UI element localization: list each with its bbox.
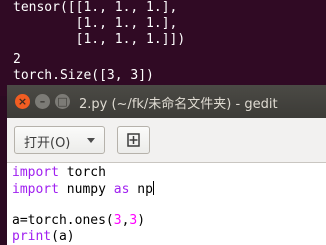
open-button[interactable]: 打开(O) bbox=[14, 126, 105, 154]
code-line: a=torch.ones(3,3) bbox=[12, 213, 145, 229]
terminal-output: tensor([[1., 1., 1.], [1., 1., 1.], [1.,… bbox=[0, 0, 326, 96]
code-line: import numpy as np bbox=[12, 181, 154, 198]
window-title: 2.py (~/fk/未命名文件夹) - gedit bbox=[79, 97, 278, 112]
text-cursor bbox=[152, 181, 154, 195]
maximize-icon[interactable]: □ bbox=[55, 94, 70, 109]
number-literal: 3 bbox=[113, 213, 122, 228]
open-button-label: 打开(O) bbox=[24, 136, 71, 151]
new-document-icon bbox=[127, 133, 140, 147]
terminal-line: torch.Size([3, 3]) bbox=[13, 68, 154, 83]
terminal-line: [1., 1., 1.]]) bbox=[13, 32, 186, 47]
code-text: numpy bbox=[58, 182, 114, 197]
minimize-icon[interactable]: – bbox=[35, 94, 50, 109]
code-line: import torch bbox=[12, 165, 106, 181]
code-text: torch bbox=[58, 165, 106, 180]
builtin-function: print bbox=[12, 229, 52, 244]
chevron-down-icon bbox=[87, 138, 95, 143]
gedit-window: × – □ 2.py (~/fk/未命名文件夹) - gedit 打开(O) i… bbox=[7, 85, 326, 245]
code-text: np bbox=[129, 182, 153, 197]
code-editor[interactable]: import torch import numpy as np a=torch.… bbox=[7, 163, 326, 245]
code-text: ) bbox=[137, 213, 146, 228]
code-text: (a) bbox=[51, 229, 75, 244]
terminal-line: 2 bbox=[13, 52, 21, 67]
close-icon[interactable]: × bbox=[15, 94, 30, 109]
code-text: a=torch.ones( bbox=[12, 213, 114, 228]
keyword: import bbox=[12, 165, 59, 180]
new-document-button[interactable] bbox=[117, 126, 150, 154]
keyword: as bbox=[113, 182, 130, 197]
terminal-line: [1., 1., 1.], bbox=[13, 16, 178, 31]
toolbar: 打开(O) bbox=[7, 118, 326, 163]
code-line: print(a) bbox=[12, 229, 75, 245]
keyword: import bbox=[12, 182, 59, 197]
title-bar[interactable]: × – □ 2.py (~/fk/未命名文件夹) - gedit bbox=[7, 85, 326, 118]
terminal-line: tensor([[1., 1., 1.], bbox=[13, 0, 178, 15]
